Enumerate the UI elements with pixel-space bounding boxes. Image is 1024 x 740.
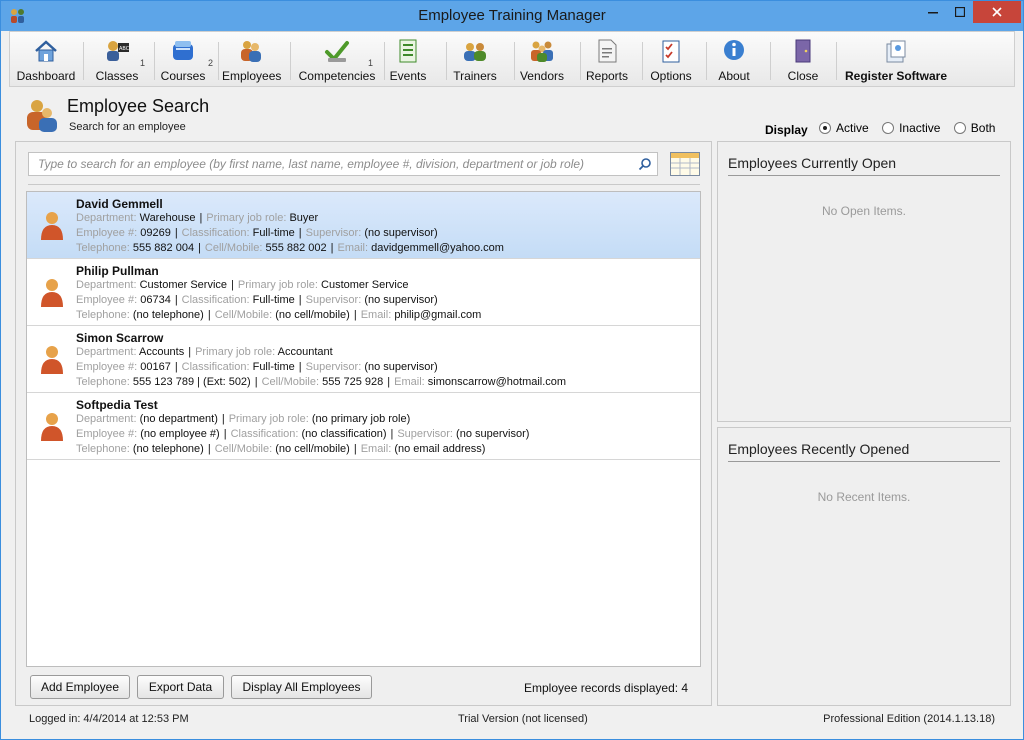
display-filter: Display Active Inactive Both: [765, 121, 1005, 137]
status-edition: Professional Edition (2014.1.13.18): [823, 713, 995, 725]
toolbar-employees-button[interactable]: Employees: [222, 38, 281, 86]
checkmark-icon: [325, 41, 349, 62]
toolbar-events-button[interactable]: Events: [386, 38, 430, 86]
search-icon[interactable]: [638, 157, 652, 171]
radio-empty-icon: [882, 122, 895, 134]
status-login: Logged in: 4/4/2014 at 12:53 PM: [29, 713, 189, 725]
toolbar-separator: [642, 42, 643, 80]
home-icon: [35, 40, 57, 62]
employees-icon: [241, 41, 261, 62]
employee-search-icon: [27, 100, 57, 132]
toolbar-separator: [384, 42, 385, 80]
display-all-employees-button[interactable]: Display All Employees: [231, 675, 372, 699]
grid-view-icon[interactable]: [670, 152, 700, 176]
info-icon: [724, 40, 744, 60]
list-item[interactable]: Philip Pullman Department: Customer Serv…: [27, 259, 700, 326]
employee-name: Softpedia Test: [76, 398, 158, 412]
list-item[interactable]: David Gemmell Department: Warehouse | Prim…: [27, 192, 700, 259]
divider: [28, 184, 700, 185]
maximize-button[interactable]: [947, 1, 973, 23]
list-item[interactable]: Softpedia Test Department: (no departmen…: [27, 393, 700, 460]
radio-selected-icon: [819, 122, 832, 134]
export-data-button[interactable]: Export Data: [137, 675, 224, 699]
person-icon: [41, 346, 63, 374]
person-icon: [41, 413, 63, 441]
person-icon: [41, 212, 63, 240]
open-empty-message: No Open Items.: [821, 204, 907, 218]
status-bar: Logged in: 4/4/2014 at 12:53 PM Trial Ve…: [15, 710, 1011, 730]
recent-empty-message: No Recent Items.: [817, 490, 911, 504]
courses-count-badge: 2: [208, 58, 214, 68]
toolbar-separator: [154, 42, 155, 80]
toolbar-separator: [446, 42, 447, 80]
close-icon: [992, 7, 1002, 17]
app-window: Employee Training Manager Dashboard ABC: [0, 0, 1024, 740]
employee-search-panel: David Gemmell Department: Warehouse|Prim…: [15, 141, 712, 706]
toolbar-register-button[interactable]: Register Software: [844, 38, 948, 86]
courses-icon: [173, 41, 193, 60]
toolbar-classes-button[interactable]: ABC Classes 1: [92, 38, 146, 86]
employee-name: Philip Pullman: [76, 264, 159, 278]
toolbar-separator: [706, 42, 707, 80]
toolbar-separator: [770, 42, 771, 80]
employee-name: Simon Scarrow: [76, 331, 164, 345]
events-icon: [399, 39, 417, 63]
options-icon: [662, 40, 680, 63]
search-input[interactable]: [29, 153, 629, 175]
toolbar-trainers-button[interactable]: Trainers: [450, 38, 500, 86]
page-title: Employee Search: [67, 96, 210, 116]
display-label: Display: [765, 123, 808, 137]
radio-empty-icon: [953, 122, 966, 134]
toolbar-separator: [580, 42, 581, 80]
toolbar-courses-button[interactable]: Courses 2: [160, 38, 213, 86]
display-active-radio[interactable]: Active: [819, 121, 869, 135]
employee-name: David Gemmell: [76, 197, 163, 211]
toolbar-competencies-button[interactable]: Competencies 1: [294, 38, 380, 86]
report-icon: [598, 39, 617, 63]
page-subtitle: Search for an employee: [69, 121, 186, 133]
trainers-icon: [464, 43, 486, 61]
status-license: Trial Version (not licensed): [458, 713, 588, 725]
svg-text:ABC: ABC: [119, 46, 130, 52]
toolbar-separator: [83, 42, 84, 80]
toolbar-separator: [290, 42, 291, 80]
list-item[interactable]: Simon Scarrow Department: Accounts | Prima…: [27, 326, 700, 393]
person-icon: [41, 279, 63, 307]
register-icon: [886, 40, 906, 63]
close-window-button[interactable]: [973, 1, 1021, 23]
vendors-icon: [531, 41, 553, 62]
main-toolbar: Dashboard ABC Classes 1 Courses 2 Employ…: [9, 31, 1015, 87]
minimize-icon: [928, 12, 938, 14]
title-bar[interactable]: Employee Training Manager: [1, 1, 1023, 31]
classes-icon: ABC: [107, 41, 130, 61]
search-box[interactable]: [28, 152, 658, 176]
divider: [728, 461, 1000, 462]
toolbar-separator: [836, 42, 837, 80]
recent-employees-panel: Employees Recently Opened No Recent Item…: [717, 427, 1011, 706]
toolbar-separator: [218, 42, 219, 80]
toolbar-about-button[interactable]: About: [714, 38, 754, 86]
open-employees-panel: Employees Currently Open No Open Items.: [717, 141, 1011, 422]
minimize-button[interactable]: [919, 1, 947, 23]
display-both-radio[interactable]: Both: [953, 121, 995, 135]
door-icon: [795, 39, 811, 63]
open-employees-title: Employees Currently Open: [728, 155, 897, 171]
toolbar-options-button[interactable]: Options: [648, 38, 694, 86]
window-title: Employee Training Manager: [418, 7, 606, 24]
toolbar-dashboard-button[interactable]: Dashboard: [16, 38, 76, 86]
toolbar-close-button[interactable]: Close: [782, 38, 824, 86]
recent-employees-title: Employees Recently Opened: [728, 441, 910, 457]
records-count: Employee records displayed: 4: [524, 681, 689, 695]
toolbar-separator: [514, 42, 515, 80]
add-employee-button[interactable]: Add Employee: [30, 675, 130, 699]
classes-count-badge: 1: [140, 58, 146, 68]
divider: [728, 175, 1000, 176]
maximize-icon: [955, 7, 965, 17]
employee-list: David Gemmell Department: Warehouse | Prim…: [26, 191, 701, 667]
display-inactive-radio[interactable]: Inactive: [882, 121, 940, 135]
toolbar-vendors-button[interactable]: Vendors: [516, 38, 568, 86]
toolbar-reports-button[interactable]: Reports: [584, 38, 630, 86]
competencies-count-badge: 1: [368, 58, 374, 68]
